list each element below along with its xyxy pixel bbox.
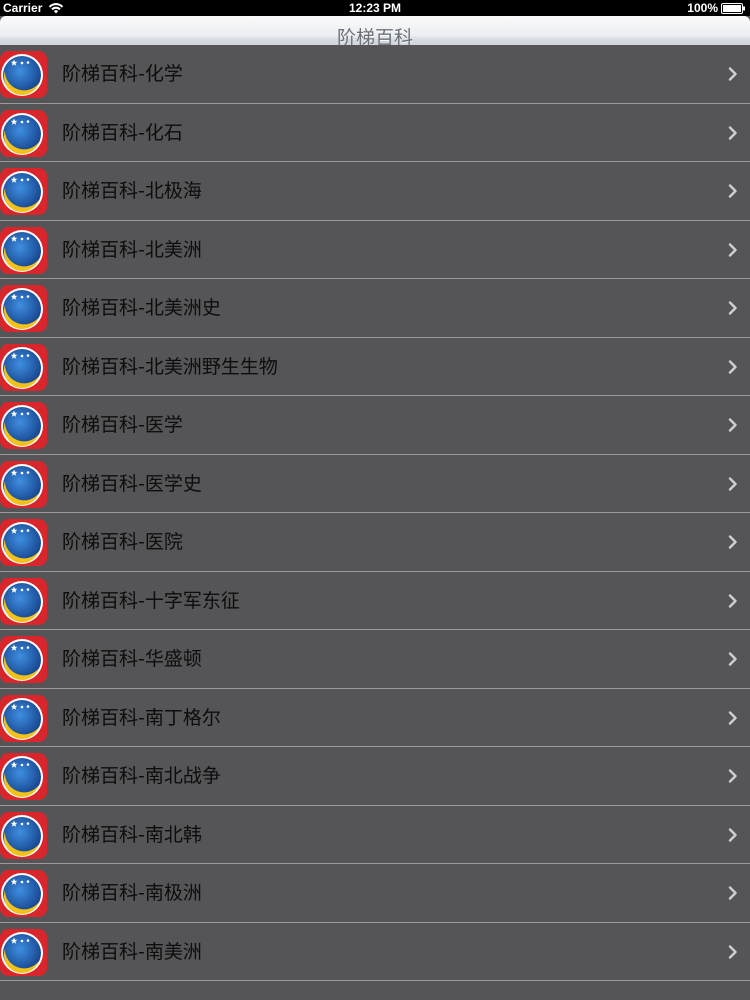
- list-item-label: 阶梯百科-医院: [62, 531, 183, 553]
- chevron-right-icon: [728, 418, 737, 432]
- moon-stars-icon: [0, 928, 47, 976]
- list-item[interactable]: 阶梯百科-华盛顿: [0, 630, 750, 689]
- moon-stars-icon: [0, 168, 47, 215]
- chevron-right-icon: [728, 184, 737, 198]
- chevron-right-icon: [728, 827, 737, 842]
- list-item-label: 阶梯百科-十字军东征: [62, 589, 240, 612]
- chevron-right-icon: [728, 359, 737, 374]
- moon-stars-icon: [0, 811, 47, 859]
- moon-stars-icon: [0, 402, 47, 449]
- moon-stars-icon: [0, 343, 47, 391]
- list-item-label: 阶梯百科-北美洲史: [62, 297, 221, 319]
- chevron-right-icon: [728, 710, 737, 725]
- list-item[interactable]: 阶梯百科-北美洲: [0, 220, 750, 279]
- list-item[interactable]: 阶梯百科-医院: [0, 513, 750, 572]
- moon-stars-icon: [0, 870, 47, 917]
- list-item[interactable]: 阶梯百科-十字军东征: [0, 571, 750, 630]
- moon-stars-icon: [0, 460, 47, 508]
- chevron-right-icon: [728, 242, 737, 257]
- list-item-label: 阶梯百科-北美洲野生生物: [62, 355, 278, 378]
- status-bar: Carrier 12:23 PM 100%: [0, 0, 750, 16]
- list-item[interactable]: 阶梯百科-南美洲: [0, 922, 750, 981]
- list-item[interactable]: 阶梯百科-北极海: [0, 162, 750, 221]
- list-item-label: 阶梯百科-医学: [62, 414, 183, 436]
- moon-stars-icon: [0, 51, 47, 98]
- chevron-right-icon: [728, 593, 737, 608]
- chevron-right-icon: [728, 886, 737, 900]
- list-item[interactable]: 阶梯百科-南北战争: [0, 747, 750, 806]
- list-item[interactable]: 阶梯百科-南北韩: [0, 805, 750, 864]
- moon-stars-icon: [0, 226, 47, 274]
- moon-stars-icon: [0, 577, 47, 625]
- list-item-label: 阶梯百科-南丁格尔: [62, 706, 221, 729]
- list-item-label: 阶梯百科-北极海: [62, 180, 202, 202]
- status-right: 100%: [687, 0, 746, 16]
- moon-stars-icon: [0, 694, 47, 742]
- battery-icon: [721, 2, 745, 14]
- moon-stars-icon: [0, 285, 47, 332]
- status-time: 12:23 PM: [348, 1, 402, 15]
- list-item[interactable]: 阶梯百科-南极洲: [0, 864, 750, 923]
- list-item-label: 阶梯百科-医学史: [62, 472, 202, 495]
- moon-stars-icon: [0, 636, 47, 683]
- moon-stars-icon: [0, 519, 47, 566]
- chevron-right-icon: [728, 944, 737, 959]
- list-item[interactable]: 阶梯百科-化学: [0, 45, 750, 104]
- list-item[interactable]: 阶梯百科-医学史: [0, 454, 750, 513]
- list-item-label: 阶梯百科-南美洲: [62, 940, 202, 963]
- list-item-label: 阶梯百科-南极洲: [62, 882, 202, 904]
- chevron-right-icon: [728, 769, 737, 783]
- battery-percent: 100%: [687, 1, 718, 15]
- chevron-right-icon: [728, 476, 737, 491]
- list-item-label: 阶梯百科-南北韩: [62, 823, 202, 846]
- list-item[interactable]: 阶梯百科-北美洲史: [0, 279, 750, 338]
- encyclopedia-list: 阶梯百科-化学 阶梯百科-化石 阶梯百科-北极海 阶梯百科-北美洲 阶梯百科-北…: [0, 45, 750, 981]
- list-item[interactable]: 阶梯百科-医学: [0, 396, 750, 455]
- list-item-label: 阶梯百科-南北战争: [62, 765, 221, 787]
- list-item[interactable]: 阶梯百科-北美洲野生生物: [0, 337, 750, 396]
- chevron-right-icon: [728, 125, 737, 140]
- chevron-right-icon: [728, 67, 737, 81]
- list-item-label: 阶梯百科-化石: [62, 121, 183, 144]
- list-item-label: 阶梯百科-北美洲: [62, 238, 202, 261]
- moon-stars-icon: [0, 753, 47, 800]
- list-item-label: 阶梯百科-化学: [62, 63, 183, 85]
- list-item-label: 阶梯百科-华盛顿: [62, 648, 202, 670]
- chevron-right-icon: [728, 652, 737, 666]
- moon-stars-icon: [0, 109, 47, 157]
- list-item[interactable]: 阶梯百科-南丁格尔: [0, 688, 750, 747]
- chevron-right-icon: [728, 301, 737, 315]
- chevron-right-icon: [728, 535, 737, 549]
- app-screen: Carrier 12:23 PM 100% 阶梯百科 阶梯百科-化学 阶梯百科-…: [0, 0, 750, 1000]
- list-item[interactable]: 阶梯百科-化石: [0, 103, 750, 162]
